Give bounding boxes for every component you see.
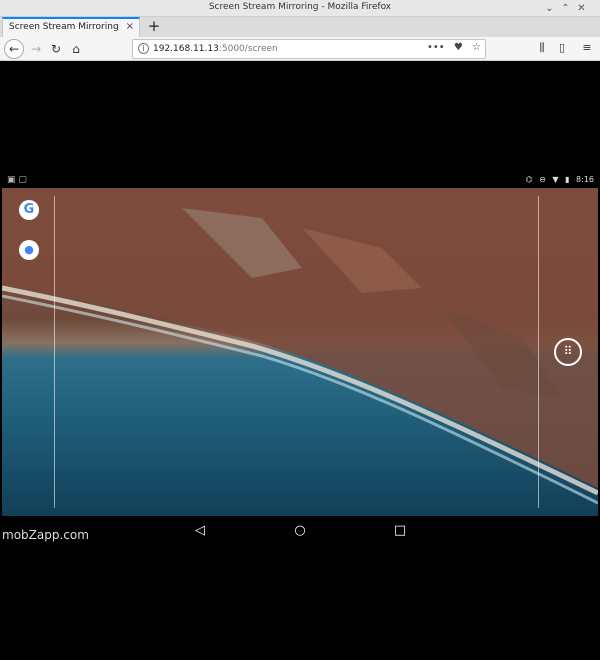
title-bar: Screen Stream Mirroring - Mozilla Firefo… [0, 0, 600, 17]
wifi-icon: ▼ [552, 175, 559, 184]
window-title: Screen Stream Mirroring - Mozilla Firefo… [208, 2, 392, 12]
cast-icon: ⌬ [525, 175, 533, 184]
browser-window: Screen Stream Mirroring - Mozilla Firefo… [0, 0, 600, 660]
hamburger-menu-icon[interactable]: ≡ [580, 41, 594, 55]
edge-guide-right [538, 196, 539, 508]
url-bar[interactable]: i 192.168.11.13:5000/screen ••• ♥ ☆ [132, 39, 486, 59]
status-right: ⌬ ⊖ ▼ ▮ 8:16 [522, 175, 594, 184]
edge-guide-left [54, 196, 55, 508]
sidebar-icon[interactable]: ▯ [555, 41, 569, 55]
status-time: 8:16 [576, 175, 594, 184]
android-status-bar: ▣ ▢ ⌬ ⊖ ▼ ▮ 8:16 [2, 174, 598, 188]
tab-screen-stream[interactable]: Screen Stream Mirroring × [2, 17, 140, 37]
coastline-image [2, 188, 598, 505]
watermark-text: mobZapp.com [2, 528, 89, 542]
pocket-icon[interactable]: ♥ [454, 42, 463, 53]
info-icon[interactable]: i [138, 43, 149, 54]
page-actions-menu-icon[interactable]: ••• [427, 42, 445, 53]
library-icon[interactable]: ⫼ [535, 41, 549, 55]
back-button[interactable]: ← [4, 39, 24, 59]
mirrored-device-screen[interactable]: ▣ ▢ ⌬ ⊖ ▼ ▮ 8:16 G ● ⠿ ◁ ○ □ mobZapp.com [2, 62, 598, 658]
app-drawer-button[interactable]: ⠿ [554, 338, 582, 366]
tab-title: Screen Stream Mirroring [9, 22, 119, 32]
tab-close-icon[interactable]: × [126, 21, 134, 32]
tab-strip: Screen Stream Mirroring × + [0, 17, 600, 37]
reload-button[interactable]: ↻ [46, 39, 66, 59]
page-actions: ••• ♥ ☆ [421, 42, 481, 53]
forward-button[interactable]: → [26, 39, 46, 59]
navigation-bar: ← → ↻ ⌂ i 192.168.11.13:5000/screen ••• … [0, 37, 600, 61]
close-icon[interactable]: ✕ [576, 3, 587, 14]
dnd-icon: ⊖ [539, 175, 546, 184]
new-tab-button[interactable]: + [146, 17, 162, 37]
voice-search-icon[interactable]: ● [19, 240, 39, 260]
home-button[interactable]: ⌂ [66, 39, 86, 59]
home-screen-wallpaper[interactable]: G ● ⠿ [2, 188, 598, 516]
notification-icons: ▣ ▢ [7, 175, 27, 185]
google-search-icon[interactable]: G [19, 200, 39, 220]
back-triangle-icon[interactable]: ◁ [192, 523, 208, 539]
url-text[interactable]: 192.168.11.13:5000/screen [153, 44, 278, 54]
battery-icon: ▮ [565, 175, 570, 184]
minimize-icon[interactable]: ⌄ [544, 3, 555, 14]
home-circle-icon[interactable]: ○ [292, 523, 308, 539]
maximize-icon[interactable]: ⌃ [560, 3, 571, 14]
bookmark-star-icon[interactable]: ☆ [472, 42, 481, 53]
android-navigation-bar: ◁ ○ □ [2, 516, 598, 552]
recents-square-icon[interactable]: □ [392, 523, 408, 539]
